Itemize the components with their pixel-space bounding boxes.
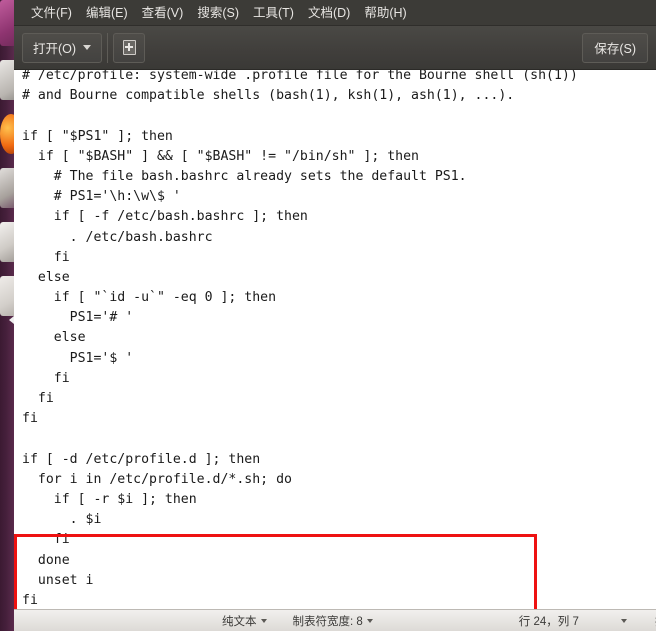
terminal-icon — [0, 222, 14, 262]
code-line: . $i — [22, 512, 102, 528]
menu-documents[interactable]: 文档(D) — [301, 3, 357, 23]
language-label: 纯文本 — [222, 615, 257, 628]
cursor-position: 行 24，列 7 — [519, 613, 579, 629]
statusbar: 纯文本 制表符宽度: 8 行 24，列 7 插入 — [14, 609, 656, 631]
code-line: if [ -f /etc/bash.bashrc ]; then — [22, 209, 308, 225]
new-document-icon — [122, 40, 136, 55]
menu-help[interactable]: 帮助(H) — [357, 3, 413, 23]
launcher-item-firefox[interactable] — [0, 108, 14, 160]
save-button[interactable]: 保存(S) — [582, 32, 648, 63]
toolbar-separator — [107, 32, 109, 63]
chevron-down-icon — [260, 618, 267, 623]
open-button[interactable]: 打开(O) — [23, 34, 101, 62]
code-line: # PS1='\h:\w\$ ' — [22, 189, 181, 205]
open-button-group: 打开(O) — [22, 32, 103, 63]
code-line: fi — [22, 249, 70, 265]
tab-width-label: 制表符宽度: 8 — [292, 615, 363, 628]
code-line: # /etc/profile: system-wide .profile fil… — [22, 70, 578, 83]
code-line: if [ -d /etc/profile.d ]; then — [22, 451, 261, 467]
code-line: PS1='$ ' — [22, 350, 134, 366]
open-button-label: 打开(O) — [33, 42, 77, 56]
gedit-window: 文件(F) 编辑(E) 查看(V) 搜索(S) 工具(T) 文档(D) 帮助(H… — [0, 0, 656, 631]
code-line: if [ "$BASH" ] && [ "$BASH" != "/bin/sh"… — [22, 148, 419, 164]
code-line: else — [22, 269, 70, 285]
chevron-down-icon — [83, 45, 92, 50]
editor-area[interactable]: # /etc/profile: system-wide .profile fil… — [14, 70, 656, 609]
menu-edit[interactable]: 编辑(E) — [79, 3, 135, 23]
menu-search[interactable]: 搜索(S) — [190, 3, 246, 23]
launcher-item-software-center[interactable] — [0, 162, 14, 214]
chevron-down-icon — [366, 618, 373, 623]
cursor-position-label: 行 24，列 7 — [518, 615, 579, 628]
code-line: for i in /etc/profile.d/*.sh; do — [22, 471, 292, 487]
menubar: 文件(F) 编辑(E) 查看(V) 搜索(S) 工具(T) 文档(D) 帮助(H… — [14, 0, 656, 26]
code-line: # and Bourne compatible shells (bash(1),… — [22, 88, 515, 104]
editor-text[interactable]: # /etc/profile: system-wide .profile fil… — [14, 70, 656, 609]
menu-file[interactable]: 文件(F) — [24, 3, 79, 23]
dash-home-icon — [0, 0, 14, 46]
code-line: unset i — [22, 572, 94, 588]
gedit-icon — [0, 276, 14, 316]
firefox-icon — [0, 114, 14, 154]
code-line: PS1='# ' — [22, 310, 134, 326]
launcher-active-arrow-icon — [9, 316, 14, 324]
code-line: else — [22, 330, 86, 346]
code-line: if [ "$PS1" ]; then — [22, 128, 173, 144]
files-icon — [0, 60, 14, 100]
unity-launcher — [0, 0, 14, 631]
launcher-item-dash-home[interactable] — [0, 0, 14, 52]
code-line: . /etc/bash.bashrc — [22, 229, 213, 245]
save-button-label: 保存(S) — [594, 42, 636, 56]
statusbar-extra-selector[interactable] — [620, 618, 627, 623]
launcher-item-gedit[interactable] — [0, 270, 14, 322]
tab-width-selector[interactable]: 制表符宽度: 8 — [293, 613, 373, 629]
new-document-button[interactable] — [113, 32, 146, 63]
code-line: # The file bash.bashrc already sets the … — [22, 168, 467, 184]
code-line: fi — [22, 370, 70, 386]
code-line: fi — [22, 532, 70, 548]
code-line: fi — [22, 411, 38, 427]
language-selector[interactable]: 纯文本 — [222, 613, 267, 629]
code-line: if [ -r $i ]; then — [22, 491, 197, 507]
code-line: done — [22, 552, 70, 568]
software-center-icon — [0, 168, 14, 208]
toolbar: 打开(O) 保存(S) — [14, 26, 656, 70]
launcher-item-terminal[interactable] — [0, 216, 14, 268]
launcher-item-files[interactable] — [0, 54, 14, 106]
editor-window: 文件(F) 编辑(E) 查看(V) 搜索(S) 工具(T) 文档(D) 帮助(H… — [14, 0, 656, 631]
code-line: if [ "`id -u`" -eq 0 ]; then — [22, 290, 277, 306]
menu-view[interactable]: 查看(V) — [135, 3, 191, 23]
menu-tools[interactable]: 工具(T) — [246, 3, 301, 23]
code-line: fi — [22, 391, 54, 406]
code-line: fi — [22, 592, 38, 608]
chevron-down-icon — [620, 618, 627, 623]
